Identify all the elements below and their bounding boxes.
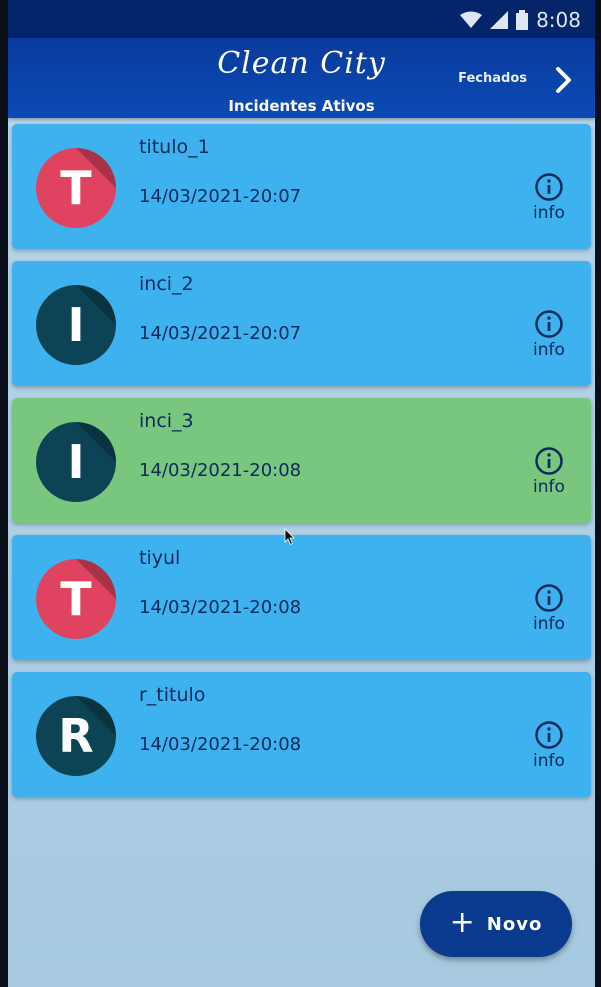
info-icon xyxy=(535,173,563,201)
info-icon xyxy=(535,447,563,475)
chevron-right-icon[interactable] xyxy=(553,66,575,94)
info-button[interactable]: info xyxy=(527,446,571,497)
status-icons: 8:08 xyxy=(460,8,581,32)
incident-title: inci_3 xyxy=(139,410,194,432)
info-label: info xyxy=(533,340,565,360)
wifi-icon xyxy=(460,11,483,28)
plus-icon: + xyxy=(449,904,475,940)
avatar-letter: T xyxy=(60,161,92,215)
page-subtitle: Incidentes Ativos xyxy=(228,97,375,115)
incident-list: T titulo_1 14/03/2021-20:07 info I inci_… xyxy=(12,124,591,809)
info-label: info xyxy=(533,614,565,634)
info-icon xyxy=(535,721,563,749)
info-icon xyxy=(535,310,563,338)
battery-icon xyxy=(516,10,529,30)
incident-datetime: 14/03/2021-20:07 xyxy=(139,186,302,207)
incident-datetime: 14/03/2021-20:08 xyxy=(139,734,302,755)
status-bar: 8:08 xyxy=(8,0,595,38)
avatar-letter: R xyxy=(58,709,94,763)
incident-card[interactable]: T titulo_1 14/03/2021-20:07 info xyxy=(12,124,591,249)
avatar-letter: I xyxy=(67,298,85,352)
closed-incidents-link[interactable]: Fechados xyxy=(458,71,527,86)
incident-datetime: 14/03/2021-20:07 xyxy=(139,323,302,344)
incident-datetime: 14/03/2021-20:08 xyxy=(139,597,302,618)
incident-card[interactable]: R r_titulo 14/03/2021-20:08 info xyxy=(12,672,591,797)
new-incident-label: Novo xyxy=(486,913,543,935)
incident-card[interactable]: I inci_3 14/03/2021-20:08 info xyxy=(12,398,591,523)
info-button[interactable]: info xyxy=(527,172,571,223)
incident-datetime: 14/03/2021-20:08 xyxy=(139,460,302,481)
info-icon xyxy=(535,584,563,612)
avatar: T xyxy=(36,148,116,228)
phone-screen: 8:08 Clean City Incidentes Ativos Fechad… xyxy=(8,0,595,987)
incident-title: inci_2 xyxy=(139,273,194,295)
signal-icon xyxy=(490,11,509,29)
info-button[interactable]: info xyxy=(527,720,571,771)
incident-title: r_titulo xyxy=(139,684,206,706)
status-time: 8:08 xyxy=(536,8,581,32)
avatar: I xyxy=(36,285,116,365)
incident-title: titulo_1 xyxy=(139,136,210,158)
avatar: R xyxy=(36,696,116,776)
info-label: info xyxy=(533,751,565,771)
avatar: I xyxy=(36,422,116,502)
incident-title: tiyul xyxy=(139,547,181,569)
info-button[interactable]: info xyxy=(527,309,571,360)
info-button[interactable]: info xyxy=(527,583,571,634)
incident-card[interactable]: T tiyul 14/03/2021-20:08 info xyxy=(12,535,591,660)
avatar-letter: T xyxy=(60,572,92,626)
incident-card[interactable]: I inci_2 14/03/2021-20:07 info xyxy=(12,261,591,386)
avatar: T xyxy=(36,559,116,639)
info-label: info xyxy=(533,203,565,223)
avatar-letter: I xyxy=(67,435,85,489)
info-label: info xyxy=(533,477,565,497)
app-bar: Clean City Incidentes Ativos Fechados xyxy=(8,38,595,118)
new-incident-button[interactable]: + Novo xyxy=(420,891,572,957)
mouse-cursor-icon xyxy=(284,528,295,546)
